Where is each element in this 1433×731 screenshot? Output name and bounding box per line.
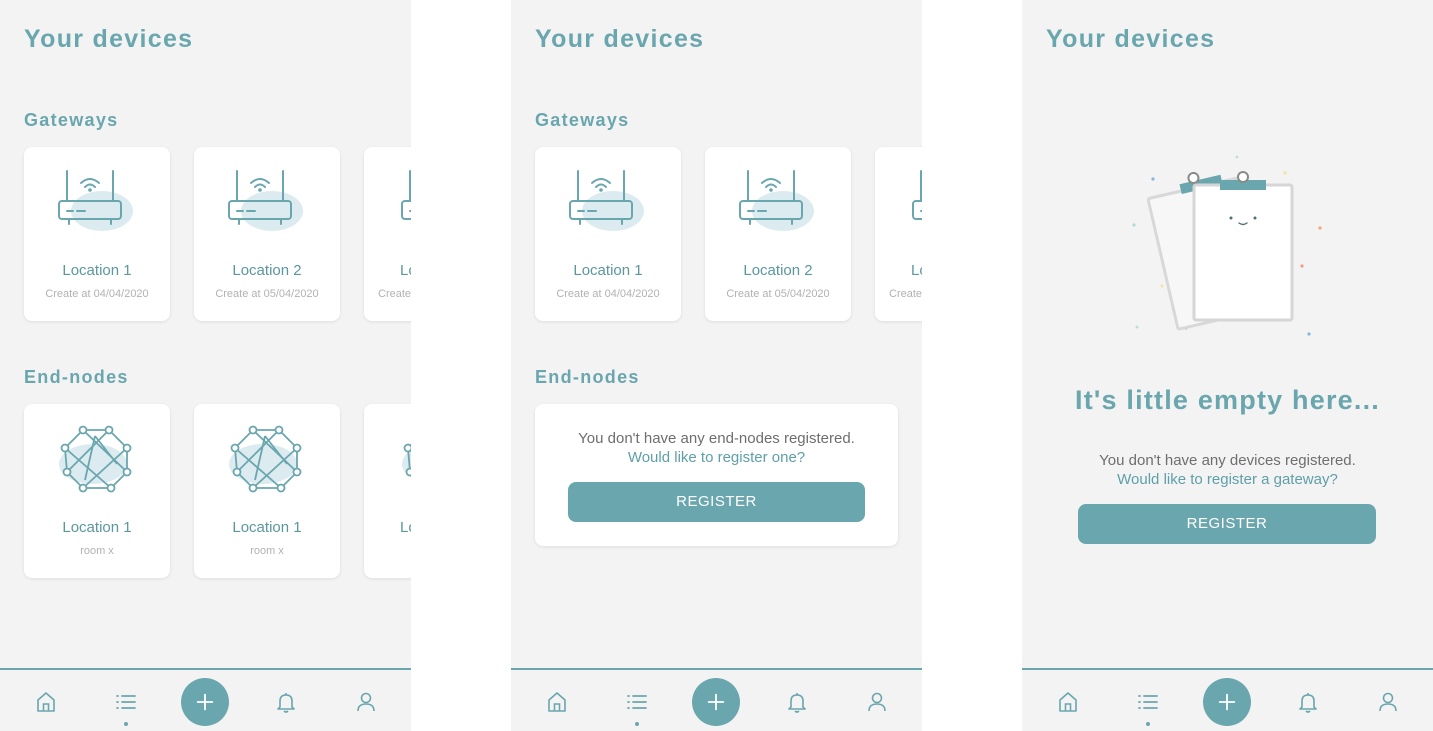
register-gateway-link[interactable]: Would like to register a gateway? [1022,471,1433,488]
register-endnode-link[interactable]: Would like to register one? [535,449,898,466]
gateway-created-date: Create at 05/04/2020 [726,288,830,300]
gateway-created-date: Create at 05/04/2020 [215,288,319,300]
bottom-tab-bar [1022,668,1433,731]
endnode-name: Lo [400,519,411,536]
tab-devices[interactable] [1134,688,1162,716]
register-button[interactable]: REGISTER [568,482,865,522]
tab-profile[interactable] [1374,688,1402,716]
home-icon [545,690,569,714]
network-node-icon [400,424,411,496]
network-node-icon [227,424,307,496]
bottom-tab-bar [0,668,411,731]
gateway-card[interactable]: Location 1 Create at 04/04/2020 [24,147,170,321]
devices-screen-empty: Your devices It's little empty here... Y… [1022,0,1433,731]
router-icon [400,167,411,239]
active-tab-indicator [1146,722,1150,726]
user-icon [354,690,378,714]
home-icon [34,690,58,714]
endnode-name: Location 1 [62,519,132,536]
add-device-button[interactable] [1203,678,1251,726]
add-device-button[interactable] [692,678,740,726]
router-icon [227,167,307,239]
endnode-room: room x [80,545,114,557]
gateway-card[interactable]: Location 1 Create at 04/04/2020 [535,147,681,321]
tab-profile[interactable] [863,688,891,716]
list-icon [1136,690,1160,714]
tab-notifications[interactable] [1294,688,1322,716]
network-node-icon [57,424,137,496]
page-title: Your devices [535,25,705,53]
bell-icon [785,690,809,714]
gateway-name: Location 2 [743,262,813,279]
endnode-card[interactable]: Lo [364,404,411,578]
gateways-list: Location 1 Create at 04/04/2020 Location… [535,147,922,321]
user-icon [865,690,889,714]
endnodes-empty-state: You don't have any end-nodes registered.… [535,404,898,546]
gateway-created-date: Create at 04/04/2020 [556,288,660,300]
devices-screen-no-endnodes: Your devices Gateways Location 1 Create … [511,0,922,731]
tab-notifications[interactable] [272,688,300,716]
gateway-name: Location 1 [62,262,132,279]
empty-clipboard-illustration [1132,155,1322,336]
tab-home[interactable] [32,688,60,716]
tab-profile[interactable] [352,688,380,716]
gateways-list: Location 1 Create at 04/04/2020 Location… [24,147,411,321]
gateway-created-date: Create at 04/04/2020 [45,288,149,300]
list-icon [625,690,649,714]
add-device-button[interactable] [181,678,229,726]
gateway-created-date: Create [889,288,922,300]
gateway-name: Lo [911,262,922,279]
bottom-tab-bar [511,668,922,731]
empty-message: You don't have any end-nodes registered. [578,430,855,447]
devices-screen-full: Your devices Gateways Location 1 Create … [0,0,411,731]
endnodes-section-title: End-nodes [24,367,129,387]
bell-icon [274,690,298,714]
tab-home[interactable] [1054,688,1082,716]
gateways-section-title: Gateways [24,110,119,130]
tab-home[interactable] [543,688,571,716]
active-tab-indicator [635,722,639,726]
gateway-card[interactable]: Location 2 Create at 05/04/2020 [194,147,340,321]
gateway-name: Location 1 [573,262,643,279]
router-icon [568,167,648,239]
page-title: Your devices [24,25,194,53]
empty-message: You don't have any devices registered. [1099,452,1356,469]
tab-devices[interactable] [623,688,651,716]
gateway-card[interactable]: Lo Create [364,147,411,321]
tab-devices[interactable] [112,688,140,716]
bell-icon [1296,690,1320,714]
endnode-card[interactable]: Location 1 room x [24,404,170,578]
gateways-section-title: Gateways [535,110,630,130]
empty-heading: It's little empty here... [1075,385,1380,415]
router-icon [738,167,818,239]
plus-icon [1216,691,1238,713]
tab-notifications[interactable] [783,688,811,716]
gateway-name: Lo [400,262,411,279]
endnodes-list: Location 1 room x Location 1 room x Lo [24,404,411,578]
router-icon [911,167,922,239]
endnode-name: Location 1 [232,519,302,536]
endnode-room: room x [250,545,284,557]
user-icon [1376,690,1400,714]
endnode-card[interactable]: Location 1 room x [194,404,340,578]
plus-icon [705,691,727,713]
gateway-card[interactable]: Lo Create [875,147,922,321]
page-title: Your devices [1046,25,1216,53]
router-icon [57,167,137,239]
plus-icon [194,691,216,713]
gateway-name: Location 2 [232,262,302,279]
list-icon [114,690,138,714]
endnodes-section-title: End-nodes [535,367,640,387]
register-button[interactable]: REGISTER [1078,504,1376,544]
gateway-created-date: Create [378,288,411,300]
gateway-card[interactable]: Location 2 Create at 05/04/2020 [705,147,851,321]
home-icon [1056,690,1080,714]
active-tab-indicator [124,722,128,726]
